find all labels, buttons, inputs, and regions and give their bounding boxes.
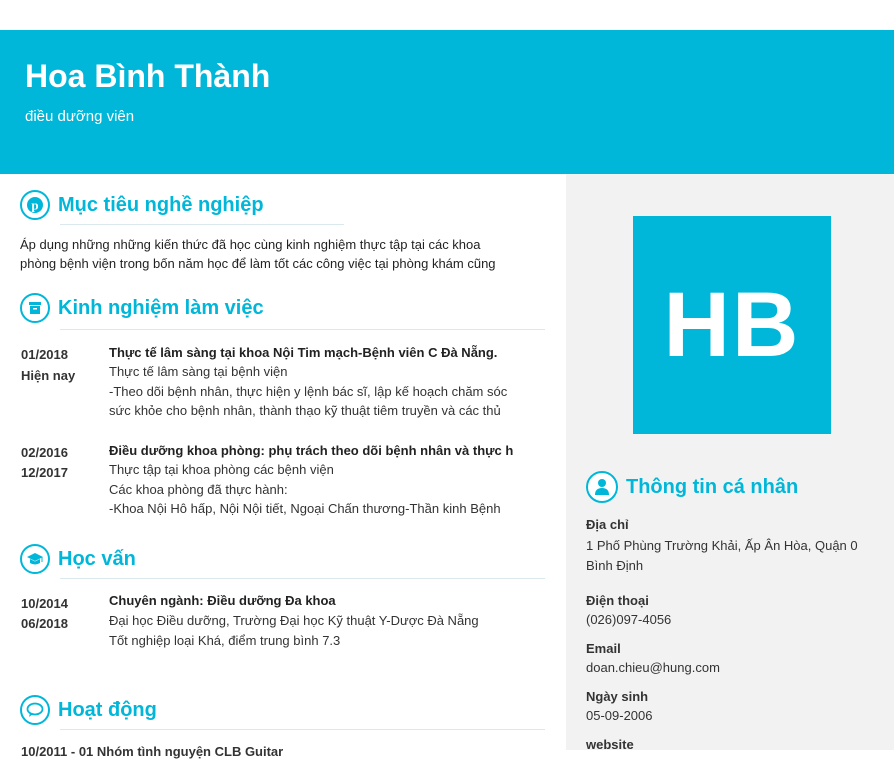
entry-line: Thực tế lâm sàng tại bệnh viện xyxy=(109,364,288,379)
avatar: HB xyxy=(633,216,831,434)
entry-line: Đại học Điều dưỡng, Trường Đại học Kỹ th… xyxy=(109,613,479,628)
user-icon xyxy=(586,471,618,503)
objective-line: phòng bệnh viện trong bốn năm học để làm… xyxy=(20,256,496,271)
entry-date-from: 02/2016 xyxy=(21,445,68,460)
archive-icon xyxy=(20,293,50,323)
entry-date-to: 06/2018 xyxy=(21,616,68,631)
address-value: Bình Định xyxy=(586,558,644,573)
entry-date-from: 10/2014 xyxy=(21,596,68,611)
entry-line: Thực tập tại khoa phòng các bệnh viện xyxy=(109,462,334,477)
address-value: 1 Phố Phùng Trường Khải, Ấp Ân Hòa, Quận… xyxy=(586,538,858,553)
objective-line: Áp dụng những những kiến thức đã học cùn… xyxy=(20,237,481,252)
section-title: Kinh nghiệm làm việc xyxy=(58,296,264,319)
section-divider xyxy=(60,729,545,730)
activity-partial-line: 10/2011 - 01 Nhóm tình nguyện CLB Guitar xyxy=(21,744,284,759)
pinterest-icon: p xyxy=(20,190,50,220)
phone-label: Điện thoại xyxy=(586,593,649,608)
entry-line: sức khỏe cho bệnh nhân, thành thạo kỹ th… xyxy=(109,403,501,418)
entry-line: Các khoa phòng đã thực hành: xyxy=(109,482,288,497)
entry-title: Điều dưỡng khoa phòng: phụ trách theo dõ… xyxy=(109,443,514,458)
dob-label: Ngày sinh xyxy=(586,689,649,704)
phone-value: (026)097-4056 xyxy=(586,612,672,627)
section-personal-info-header: Thông tin cá nhân xyxy=(586,471,798,503)
dob-value: 05-09-2006 xyxy=(586,708,653,723)
section-activities-header: Hoạt động xyxy=(20,695,157,725)
email-value: doan.chieu@hung.com xyxy=(586,660,720,675)
section-experience-header: Kinh nghiệm làm việc xyxy=(20,293,264,323)
address-label: Địa chỉ xyxy=(586,517,629,532)
entry-date-from: 01/2018 xyxy=(21,347,68,362)
entry-title: Chuyên ngành: Điều dưỡng Đa khoa xyxy=(109,593,336,608)
email-label: Email xyxy=(586,641,621,656)
candidate-name: Hoa Bình Thành xyxy=(25,58,271,94)
entry-line: -Khoa Nội Hô hấp, Nội Nội tiết, Ngoại Ch… xyxy=(109,501,501,516)
entry-date-to: Hiện nay xyxy=(21,368,76,383)
entry-line: -Theo dõi bệnh nhân, thực hiện y lệnh bá… xyxy=(109,384,508,399)
section-education-header: Học vấn xyxy=(20,544,136,574)
graduation-cap-icon xyxy=(20,544,50,574)
speech-bubble-icon xyxy=(20,695,50,725)
candidate-job-title: điều dưỡng viên xyxy=(25,108,135,125)
section-divider xyxy=(60,578,545,579)
svg-text:p: p xyxy=(31,198,38,213)
section-title: Thông tin cá nhân xyxy=(626,475,799,498)
section-title: Mục tiêu nghề nghiệp xyxy=(58,193,264,216)
entry-title: Thực tế lâm sàng tại khoa Nội Tim mạch-B… xyxy=(109,345,498,360)
entry-date-to: 12/2017 xyxy=(21,465,68,480)
section-divider xyxy=(60,224,344,225)
section-divider xyxy=(60,329,545,330)
entry-line: Tốt nghiệp loại Khá, điểm trung bình 7.3 xyxy=(109,633,341,648)
resume-header: Hoa Bình Thành điều dưỡng viên xyxy=(0,30,894,174)
section-title: Hoạt động xyxy=(58,698,157,721)
section-objective-header: p Mục tiêu nghề nghiệp xyxy=(20,190,264,220)
section-title: Học vấn xyxy=(58,547,136,570)
